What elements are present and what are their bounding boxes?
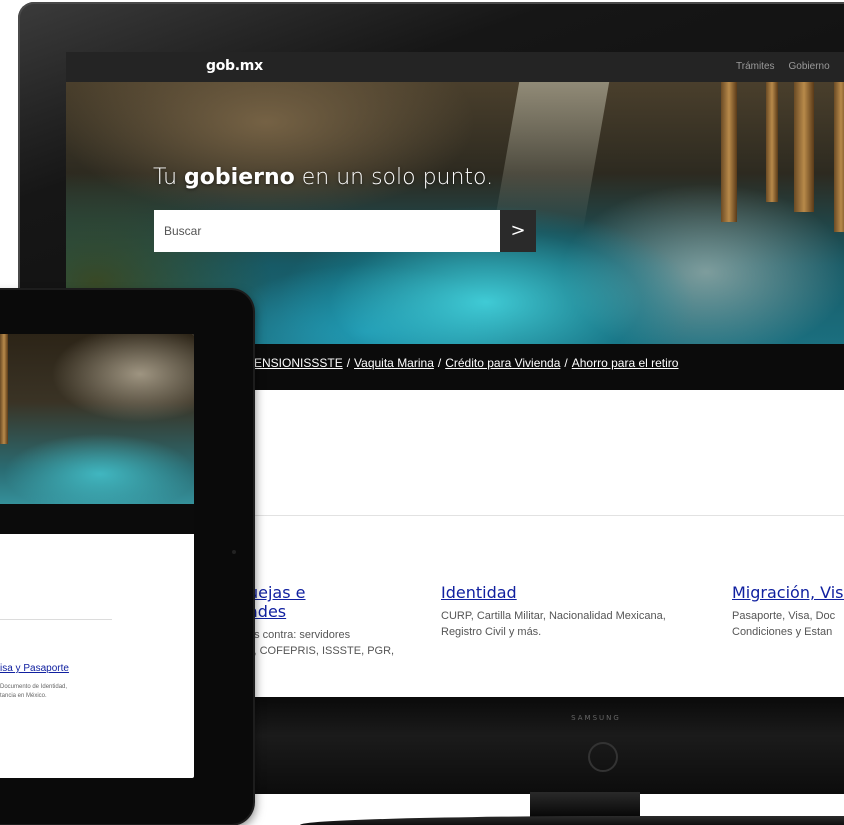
search-button[interactable]: > — [500, 210, 536, 252]
tablet-hero-image — [0, 334, 194, 504]
category-migracion: Migración, Visa Pasaporte, Visa, Doc Cond… — [732, 583, 844, 640]
quicklink-credito-vivienda[interactable]: Crédito para Vivienda — [445, 356, 560, 370]
category-title-migracion[interactable]: Migración, Visa — [732, 583, 844, 602]
power-button-icon[interactable] — [588, 742, 618, 772]
hero-title: Tu gobierno en un solo punto. — [153, 165, 494, 190]
tablet-quicklinks-bar — [0, 504, 194, 534]
hero-tree-root — [721, 82, 737, 222]
category-title-identidad[interactable]: Identidad — [441, 583, 666, 602]
quicklink-ahorro-retiro[interactable]: Ahorro para el retiro — [572, 356, 679, 370]
category-desc-identidad: CURP, Cartilla Militar, Nacionalidad Mex… — [441, 610, 666, 638]
tablet-screen: isa y Pasaporte Documento de Identidad, t… — [0, 334, 194, 778]
tablet-hero-tree-root — [0, 334, 8, 444]
quicklink-pensionissste[interactable]: PENSIONISSSTE — [246, 356, 343, 370]
category-quejas: uejas e ades as contra: servidores s, COFE… — [248, 583, 394, 659]
hero-tree-root — [834, 82, 844, 232]
hero-tree-root — [794, 82, 814, 212]
nav-link-gobierno[interactable]: Gobierno — [789, 61, 830, 72]
tablet-camera-icon — [232, 550, 236, 554]
search-box: > — [154, 210, 536, 252]
tablet-divider — [0, 619, 112, 620]
category-desc-quejas: as contra: servidores s, COFEPRIS, ISSSTE… — [248, 629, 395, 657]
nav-link-tramites[interactable]: Trámites — [736, 61, 775, 72]
quicklink-separator: / — [564, 356, 568, 370]
hero-title-bold: gobierno — [184, 165, 295, 190]
quicklinks: PENSIONISSSTE / Vaquita Marina / Crédito… — [246, 356, 678, 370]
tablet: isa y Pasaporte Documento de Identidad, t… — [0, 290, 253, 824]
search-input[interactable] — [154, 210, 500, 252]
monitor-stand — [530, 792, 640, 817]
tablet-category-title[interactable]: isa y Pasaporte — [0, 663, 69, 674]
chevron-right-icon: > — [510, 220, 526, 241]
site-navbar: gob.mx Trámites Gobierno — [66, 52, 844, 82]
category-desc-migracion: Pasaporte, Visa, Doc Condiciones y Estan — [732, 610, 836, 638]
monitor-brand-logo: SAMSUNG — [571, 714, 621, 722]
category-identidad: Identidad CURP, Cartilla Militar, Nacion… — [441, 583, 666, 640]
monitor-stand-base — [300, 816, 844, 825]
category-title-quejas[interactable]: uejas e ades — [248, 583, 394, 621]
hero-tree-root — [766, 82, 778, 202]
nav-links: Trámites Gobierno — [736, 61, 830, 72]
site-logo[interactable]: gob.mx — [206, 58, 263, 74]
tablet-category-desc: Documento de Identidad, tancia en México. — [0, 684, 68, 699]
quicklink-separator: / — [437, 356, 442, 370]
quicklink-vaquita-marina[interactable]: Vaquita Marina — [354, 356, 434, 370]
quicklink-separator: / — [346, 356, 351, 370]
